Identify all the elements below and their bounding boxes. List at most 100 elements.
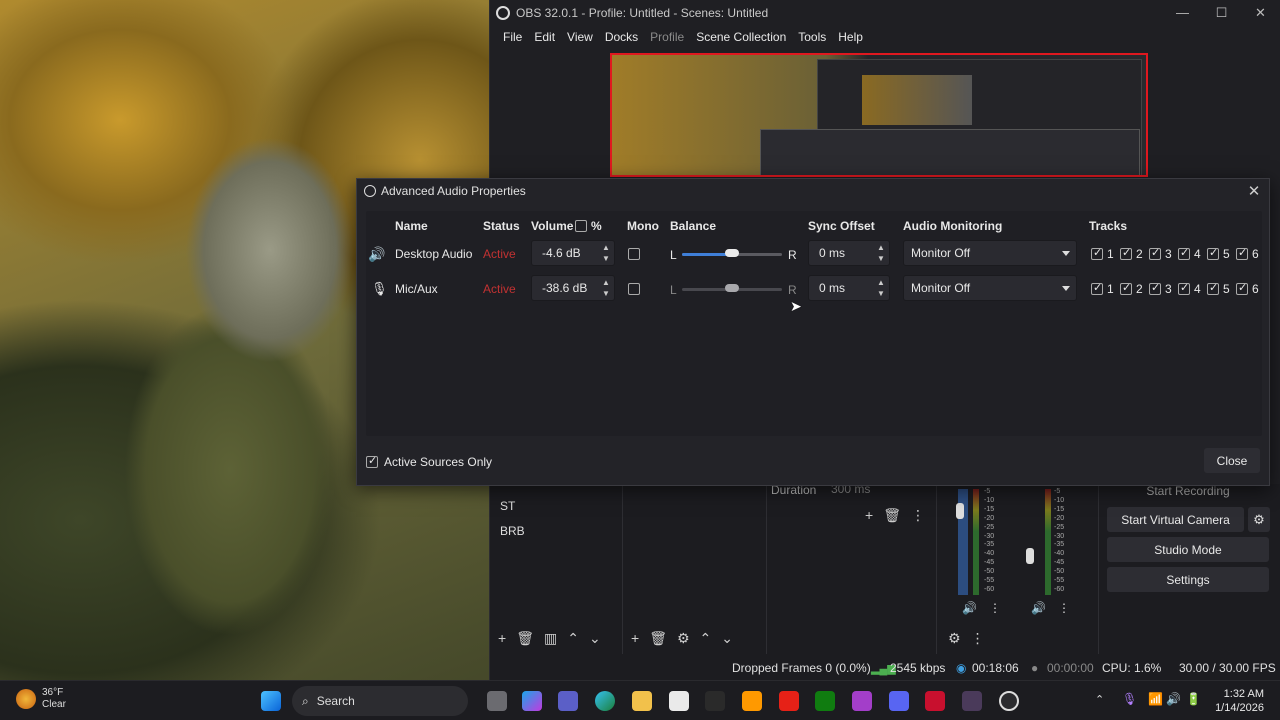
add-icon[interactable]: + xyxy=(631,630,639,646)
track-checkbox-1[interactable]: 1 xyxy=(1091,281,1114,296)
dialog-titlebar[interactable]: Advanced Audio Properties xyxy=(357,179,1269,203)
more-icon[interactable]: ⋮ xyxy=(989,601,1001,615)
spin-up-icon[interactable]: ▲ xyxy=(875,277,887,288)
epic-games-icon[interactable] xyxy=(705,691,725,711)
more-icon[interactable]: ⋮ xyxy=(971,630,985,647)
close-icon[interactable]: ✕ xyxy=(1241,5,1280,21)
track-checkbox-6[interactable]: 6 xyxy=(1236,246,1259,261)
track-checkbox-4[interactable]: 4 xyxy=(1178,281,1201,296)
menu-profile[interactable]: Profile xyxy=(644,30,690,44)
gear-icon[interactable]: ⚙ xyxy=(677,630,690,647)
volume-spinbox[interactable]: -38.6 dB ▲ ▼ xyxy=(531,275,615,301)
spin-up-icon[interactable]: ▲ xyxy=(600,277,612,288)
sync-offset-spinbox[interactable]: 0 ms ▲ ▼ xyxy=(808,275,890,301)
speaker-icon[interactable]: 🔊 xyxy=(368,246,385,263)
minimize-icon[interactable]: — xyxy=(1163,5,1202,21)
taskbar-search[interactable]: ⌕ Search xyxy=(292,686,468,716)
start-virtual-camera-button[interactable]: Start Virtual Camera xyxy=(1107,507,1244,532)
dzl-icon[interactable] xyxy=(925,691,945,711)
volume-icon[interactable]: 🔊 xyxy=(962,601,977,615)
microsoft-store-icon[interactable] xyxy=(669,691,689,711)
app-icon[interactable] xyxy=(852,691,872,711)
add-icon[interactable]: + xyxy=(865,507,873,524)
spin-down-icon[interactable]: ▼ xyxy=(600,288,612,299)
up-icon[interactable]: ⌃ xyxy=(567,630,579,647)
mixer-fader-mic[interactable] xyxy=(1026,548,1034,564)
track-checkbox-1[interactable]: 1 xyxy=(1091,246,1114,261)
settings-button[interactable]: Settings xyxy=(1107,567,1269,592)
dialog-close-icon[interactable]: ✕ xyxy=(1245,182,1263,200)
spin-up-icon[interactable]: ▲ xyxy=(600,242,612,253)
menu-file[interactable]: File xyxy=(497,30,528,44)
down-icon[interactable]: ⌄ xyxy=(589,630,601,647)
microphone-icon[interactable]: 🎙 xyxy=(371,281,388,297)
menu-tools[interactable]: Tools xyxy=(792,30,832,44)
volume-percent-checkbox[interactable] xyxy=(575,220,587,232)
audio-monitoring-select[interactable]: Monitor Off xyxy=(903,240,1077,266)
audio-monitoring-select[interactable]: Monitor Off xyxy=(903,275,1077,301)
virtual-camera-settings-gear-icon[interactable]: ⚙ xyxy=(1248,507,1270,532)
filter-icon[interactable]: ▥ xyxy=(544,630,557,647)
track-checkbox-2[interactable]: 2 xyxy=(1120,246,1143,261)
scene-item-brb[interactable]: BRB xyxy=(500,524,525,538)
game-icon[interactable] xyxy=(962,691,982,711)
volume-spinbox[interactable]: -4.6 dB ▲ ▼ xyxy=(531,240,615,266)
wifi-icon[interactable]: 📶 xyxy=(1148,692,1163,706)
menu-scene-collection[interactable]: Scene Collection xyxy=(690,30,792,44)
track-checkbox-3[interactable]: 3 xyxy=(1149,246,1172,261)
obs-taskbar-icon[interactable] xyxy=(999,691,1019,711)
sync-offset-spinbox[interactable]: 0 ms ▲ ▼ xyxy=(808,240,890,266)
scene-item-st[interactable]: ST xyxy=(500,499,515,513)
more-icon[interactable]: ⋮ xyxy=(911,507,925,524)
taskbar-clock[interactable]: 1:32 AM 1/14/2026 xyxy=(1198,687,1264,715)
spin-down-icon[interactable]: ▼ xyxy=(600,253,612,264)
mixer-settings-icon[interactable]: ⚙ xyxy=(948,630,961,647)
spin-up-icon[interactable]: ▲ xyxy=(875,242,887,253)
program-preview[interactable] xyxy=(610,53,1148,177)
spin-down-icon[interactable]: ▼ xyxy=(875,253,887,264)
volume-icon[interactable]: 🔊 xyxy=(1031,601,1046,615)
chevron-up-icon[interactable]: ⌃ xyxy=(1095,693,1104,706)
obs-titlebar[interactable]: OBS 32.0.1 - Profile: Untitled - Scenes:… xyxy=(490,0,1280,25)
balance-slider-knob[interactable] xyxy=(725,249,739,257)
amazon-icon[interactable] xyxy=(742,691,762,711)
mono-checkbox[interactable] xyxy=(628,283,640,295)
teams-icon[interactable] xyxy=(558,691,578,711)
spin-down-icon[interactable]: ▼ xyxy=(875,288,887,299)
mixer-fader-desktop[interactable] xyxy=(956,503,964,519)
youtube-icon[interactable] xyxy=(779,691,799,711)
windows-start-icon[interactable] xyxy=(261,691,281,711)
xbox-icon[interactable] xyxy=(815,691,835,711)
trash-icon[interactable]: 🗑 xyxy=(883,507,901,524)
track-checkbox-5[interactable]: 5 xyxy=(1207,281,1230,296)
down-icon[interactable]: ⌄ xyxy=(721,630,733,647)
track-checkbox-2[interactable]: 2 xyxy=(1120,281,1143,296)
studio-mode-button[interactable]: Studio Mode xyxy=(1107,537,1269,562)
microphone-icon[interactable]: 🎙 xyxy=(1122,692,1137,706)
close-button[interactable]: Close xyxy=(1204,448,1260,473)
trash-icon[interactable]: 🗑 xyxy=(516,630,534,647)
file-explorer-icon[interactable] xyxy=(632,691,652,711)
task-view-icon[interactable] xyxy=(487,691,507,711)
menu-docks[interactable]: Docks xyxy=(599,30,644,44)
more-icon[interactable]: ⋮ xyxy=(1058,601,1070,615)
menu-edit[interactable]: Edit xyxy=(528,30,561,44)
track-checkbox-3[interactable]: 3 xyxy=(1149,281,1172,296)
track-checkbox-4[interactable]: 4 xyxy=(1178,246,1201,261)
track-checkbox-6[interactable]: 6 xyxy=(1236,281,1259,296)
mono-checkbox[interactable] xyxy=(628,248,640,260)
discord-icon[interactable] xyxy=(889,691,909,711)
menu-view[interactable]: View xyxy=(561,30,599,44)
volume-icon[interactable]: 🔊 xyxy=(1166,692,1181,706)
up-icon[interactable]: ⌃ xyxy=(700,630,712,647)
trash-icon[interactable]: 🗑 xyxy=(649,630,667,647)
maximize-icon[interactable]: ☐ xyxy=(1202,5,1241,21)
active-sources-only-toggle[interactable]: Active Sources Only xyxy=(366,454,492,469)
balance-slider-knob[interactable] xyxy=(725,284,739,292)
menu-help[interactable]: Help xyxy=(832,30,869,44)
edge-icon[interactable] xyxy=(595,691,615,711)
copilot-icon[interactable] xyxy=(522,691,542,711)
add-icon[interactable]: + xyxy=(498,630,506,646)
track-checkbox-5[interactable]: 5 xyxy=(1207,246,1230,261)
weather-widget[interactable]: 36°F Clear xyxy=(16,687,66,711)
